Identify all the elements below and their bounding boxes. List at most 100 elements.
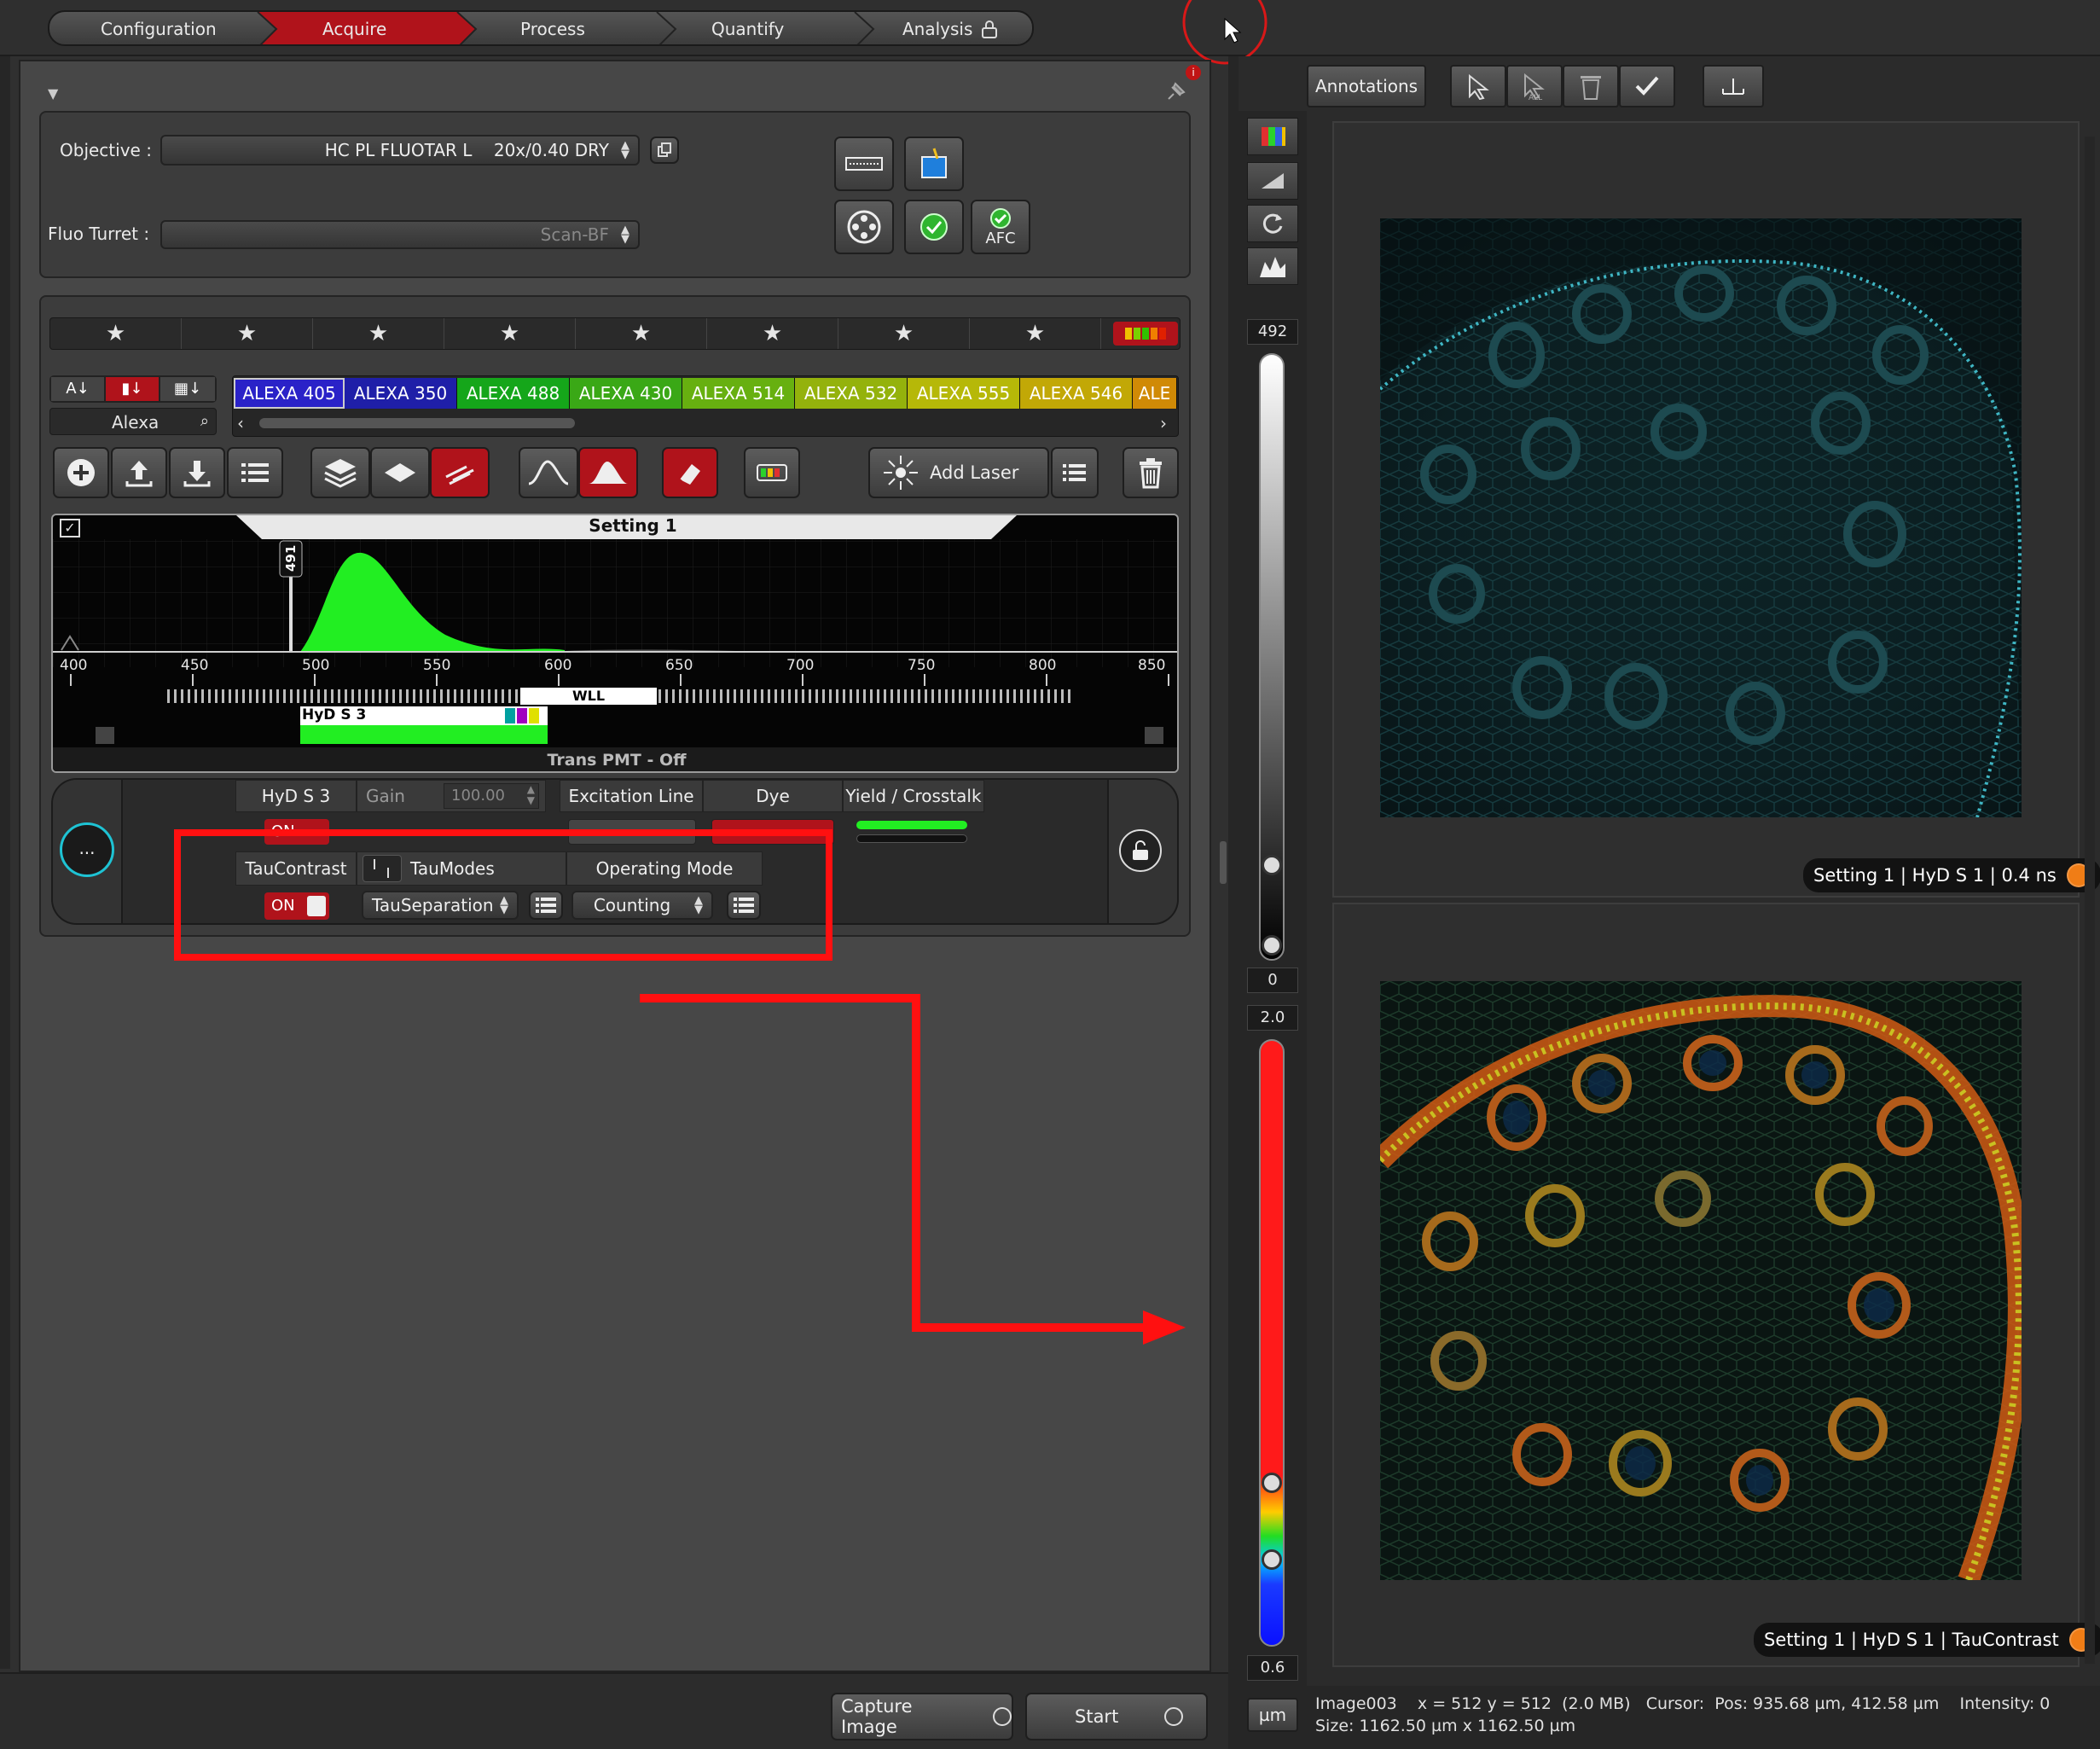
list-icon — [241, 463, 269, 482]
sequential-button[interactable] — [430, 447, 490, 498]
laser-power-indicator-icon[interactable] — [1113, 322, 1178, 346]
setting-title: Setting 1 — [589, 515, 677, 536]
dye-alexa-488[interactable]: ALEXA 488 — [457, 378, 570, 409]
tab-analysis[interactable]: Analysis — [902, 19, 972, 39]
refresh-button[interactable] — [1247, 205, 1298, 242]
unit-button[interactable]: µm — [1247, 1698, 1298, 1732]
tab-configuration[interactable]: Configuration — [101, 19, 217, 39]
viewer-scrollbar[interactable] — [2085, 137, 2095, 1664]
sort-alpha-button[interactable]: A↓ — [51, 377, 104, 401]
single-plane-button[interactable] — [370, 447, 430, 498]
intensity-lower-handle[interactable] — [1262, 935, 1282, 956]
panel-splitter[interactable] — [1228, 56, 1239, 1749]
tab-quantify[interactable]: Quantify — [711, 19, 784, 39]
lifetime-lower-handle[interactable] — [1262, 1549, 1282, 1570]
objective-select[interactable]: HC PL FLUOTAR L 20x/0.40 DRY ▲ ▼ — [160, 135, 640, 166]
stage-icon — [845, 157, 883, 171]
filter-cube-button[interactable] — [744, 447, 800, 498]
gain-label: Gain — [366, 786, 405, 806]
upload-setting-button[interactable] — [111, 447, 167, 498]
lifetime-upper-handle[interactable] — [1262, 1473, 1282, 1493]
layers-icon — [324, 459, 357, 488]
download-setting-button[interactable] — [169, 447, 225, 498]
info-badge-icon: i — [1186, 65, 1201, 80]
delete-annotation-button[interactable] — [1563, 65, 1619, 107]
intensity-image[interactable] — [1380, 218, 2022, 817]
sort-color-button[interactable]: ▮↓ — [106, 377, 159, 401]
image1-caption-text: Setting 1 | HyD S 1 | 0.4 ns — [1813, 865, 2056, 886]
confirm-annotation-button[interactable] — [1619, 65, 1675, 107]
spectrum-display-button[interactable] — [519, 447, 578, 498]
favorite-slot-8[interactable]: ★ — [970, 318, 1101, 349]
favorite-slot-2[interactable]: ★ — [182, 318, 313, 349]
capture-image-button[interactable]: Capture Image — [831, 1693, 1013, 1740]
annotations-button[interactable]: Annotations — [1307, 65, 1426, 107]
dye-alexa-532[interactable]: ALEXA 532 — [795, 378, 908, 409]
unlock-icon — [1133, 840, 1148, 860]
spectrum-outline-icon — [528, 460, 569, 485]
tab-acquire[interactable]: Acquire — [322, 19, 386, 39]
favorite-slot-3[interactable]: ★ — [313, 318, 444, 349]
pin-icon[interactable] — [1163, 80, 1187, 104]
channel-view-button[interactable] — [1247, 118, 1298, 155]
refresh-icon — [1262, 213, 1283, 234]
spectrum-plot — [53, 515, 1177, 744]
eraser-button[interactable] — [662, 447, 718, 498]
stage-button[interactable] — [834, 137, 894, 191]
dye-scroll-left-icon[interactable]: ‹ — [237, 413, 244, 433]
add-laser-button[interactable]: Add Laser — [868, 447, 1049, 498]
laser-list-button[interactable] — [1051, 447, 1099, 498]
dye-header: Dye — [703, 780, 843, 812]
dye-alexa-350[interactable]: ALEXA 350 — [345, 378, 457, 409]
incubator-button[interactable] — [904, 137, 964, 191]
select-all-icon: ALL — [1524, 73, 1545, 101]
favorite-slot-7[interactable]: ★ — [838, 318, 970, 349]
more-options-button[interactable]: ... — [60, 822, 114, 877]
splitter-grip[interactable] — [1220, 841, 1227, 884]
dye-alexa-partial[interactable]: ALE — [1133, 378, 1177, 409]
collapse-arrow-icon[interactable]: ▼ — [48, 85, 58, 102]
filter-confirm-button[interactable] — [904, 200, 964, 254]
dye-alexa-430[interactable]: ALEXA 430 — [570, 378, 682, 409]
axis-tick-500: 500 — [302, 657, 330, 674]
lock-icon — [982, 20, 997, 38]
delete-button[interactable] — [1123, 447, 1179, 498]
dye-alexa-405[interactable]: ALEXA 405 — [234, 378, 345, 409]
unlock-button[interactable] — [1119, 829, 1162, 872]
tab-process[interactable]: Process — [520, 19, 585, 39]
dye-scroll-right-icon[interactable]: › — [1160, 413, 1167, 433]
histogram-button[interactable] — [1247, 247, 1298, 285]
afc-button[interactable]: AFC — [971, 200, 1030, 254]
scale-bar-button[interactable] — [1703, 65, 1764, 107]
select-arrows-icon: ▲ ▼ — [621, 224, 629, 246]
check-circle-icon — [920, 213, 948, 241]
dye-alexa-546[interactable]: ALEXA 546 — [1020, 378, 1133, 409]
dye-scrollbar[interactable] — [259, 418, 575, 428]
add-setting-button[interactable] — [53, 447, 109, 498]
favorite-slot-5[interactable]: ★ — [576, 318, 707, 349]
favorite-slot-1[interactable]: ★ — [50, 318, 182, 349]
dye-alexa-555[interactable]: ALEXA 555 — [908, 378, 1020, 409]
taucontrast-image[interactable] — [1380, 981, 2022, 1580]
detector-band-label[interactable]: HyD S 3 — [302, 706, 366, 723]
dye-search-input[interactable]: Alexa ⌕ — [49, 408, 217, 435]
setting-checkbox-icon[interactable]: ✓ — [60, 519, 80, 537]
setting-list-button[interactable] — [227, 447, 283, 498]
intensity-upper-handle[interactable] — [1262, 855, 1282, 875]
favorite-slot-4[interactable]: ★ — [444, 318, 576, 349]
select-all-button[interactable]: ALL — [1506, 65, 1563, 107]
dye-alexa-514[interactable]: ALEXA 514 — [682, 378, 795, 409]
stack-view-button[interactable] — [310, 447, 370, 498]
filter-wheel-button[interactable] — [834, 200, 894, 254]
objective-settings-button[interactable] — [650, 137, 679, 164]
lut-button[interactable] — [1247, 162, 1298, 200]
laser-burst-icon — [884, 456, 918, 490]
sort-group-button[interactable]: ▦↓ — [160, 377, 215, 401]
start-button[interactable]: Start — [1025, 1693, 1208, 1740]
fluo-turret-select[interactable]: Scan-BF ▲ ▼ — [160, 220, 640, 249]
spectrum-fill-button[interactable] — [578, 447, 638, 498]
gain-input[interactable]: 100.00 ▲ ▼ — [444, 783, 539, 809]
favorite-slot-6[interactable]: ★ — [707, 318, 838, 349]
image1-caption: Setting 1 | HyD S 1 | 0.4 ns — [1803, 858, 2100, 892]
select-tool-button[interactable] — [1450, 65, 1506, 107]
